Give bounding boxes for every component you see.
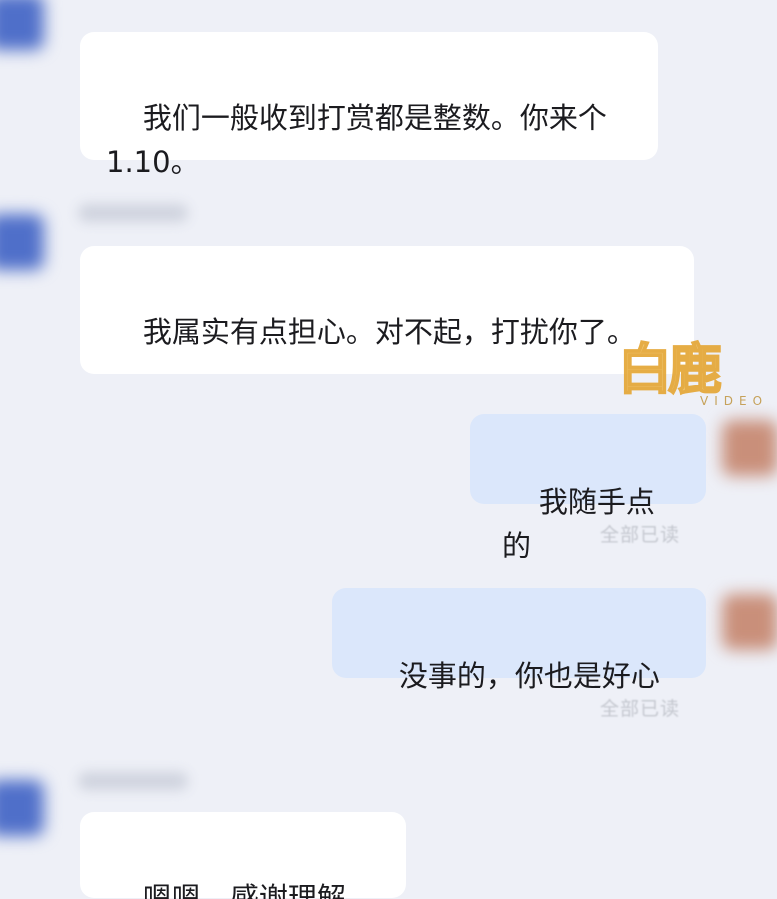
chat-message-list[interactable]: 我们一般收到打赏都是整数。你来个1.10。 我属实有点担心。对不起，打扰你了。 … <box>0 0 777 899</box>
outgoing-message-bubble[interactable]: 没事的，你也是好心 <box>332 588 706 693</box>
contact-avatar[interactable] <box>0 0 44 50</box>
outgoing-message-bubble[interactable]: 我随手点的 <box>470 414 706 563</box>
message-text: 嗯嗯，感谢理解。 <box>142 881 375 899</box>
user-avatar[interactable] <box>722 594 777 650</box>
message-text: 我属实有点担心。对不起，打扰你了。 <box>142 315 636 349</box>
watermark-logo: 白鹿 <box>617 338 723 401</box>
watermark-subtext: VIDEO <box>700 394 769 408</box>
message-text: 没事的，你也是好心 <box>398 659 660 693</box>
incoming-message-bubble[interactable]: 我们一般收到打赏都是整数。你来个1.10。 <box>80 32 658 179</box>
user-avatar[interactable] <box>722 420 777 476</box>
incoming-message-bubble[interactable]: 嗯嗯，感谢理解。 <box>80 812 406 899</box>
contact-name <box>78 204 188 222</box>
read-status: 全部已读 <box>600 698 681 720</box>
incoming-message-bubble[interactable]: 我属实有点担心。对不起，打扰你了。 <box>80 246 694 374</box>
contact-avatar[interactable] <box>0 214 44 270</box>
read-status: 全部已读 <box>600 524 681 546</box>
contact-avatar[interactable] <box>0 780 44 836</box>
message-text: 我们一般收到打赏都是整数。你来个1.10。 <box>106 101 607 179</box>
contact-name <box>78 772 188 790</box>
